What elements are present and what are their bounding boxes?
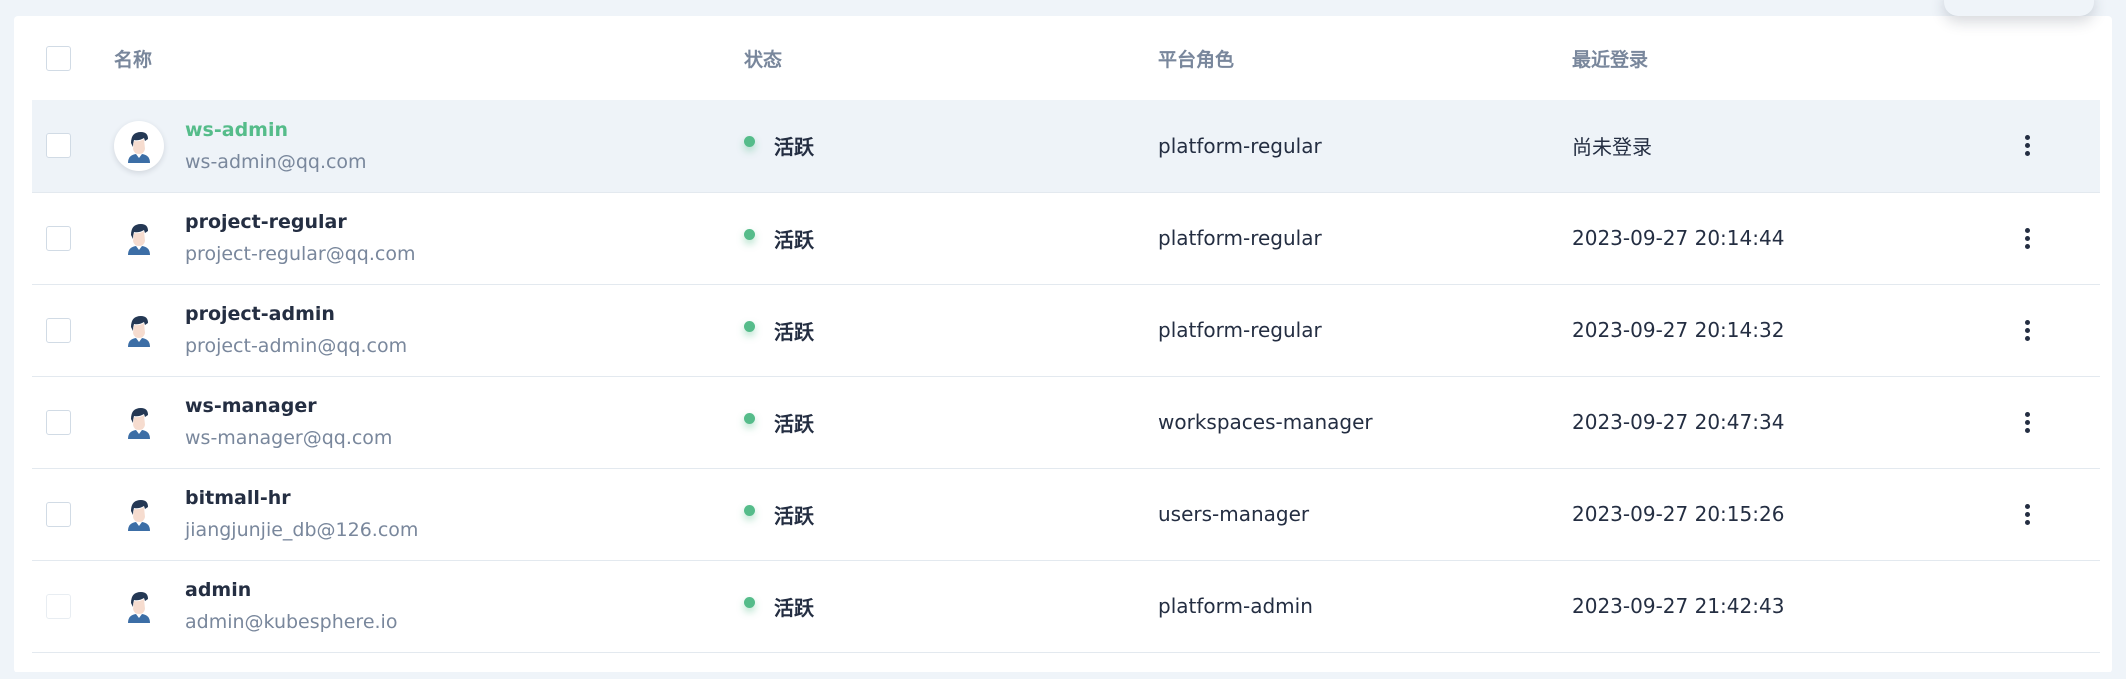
user-name-link[interactable]: ws-admin [185,117,367,143]
status-text: 活跃 [774,227,814,252]
last-login: 2023-09-27 20:15:26 [1572,502,1785,526]
status-dot-icon [744,504,755,516]
status-badge: 活跃 [744,408,1158,437]
last-login: 尚未登录 [1572,135,1652,160]
toolbar-button-shadow [1944,0,2094,16]
user-name-link[interactable]: project-regular [185,209,415,235]
more-vertical-icon[interactable] [2022,319,2032,341]
row-checkbox[interactable] [46,133,71,159]
table-row[interactable]: project-regular project-regular@qq.com 活… [32,192,2100,284]
status-badge: 活跃 [744,316,1158,345]
platform-role: platform-regular [1158,318,1322,342]
status-text: 活跃 [774,135,814,160]
last-login: 2023-09-27 20:47:34 [1572,410,1785,434]
user-email: ws-admin@qq.com [185,150,367,173]
last-login: 2023-09-27 20:14:44 [1572,226,1785,250]
page-bottom-edge [14,672,2112,679]
user-email: project-regular@qq.com [185,243,416,265]
column-header-status[interactable]: 状态 [744,16,1158,100]
status-dot-icon [744,320,755,332]
status-dot-icon [744,228,755,240]
users-table: 名称 状态 平台角色 最近登录 ws-admin ws-admin@qq.com… [32,16,2100,653]
status-text: 活跃 [774,411,814,436]
user-avatar-icon [114,213,164,263]
status-dot-icon [744,596,755,608]
column-header-last-login[interactable]: 最近登录 [1572,16,2012,100]
status-dot-icon [744,412,755,424]
more-vertical-icon[interactable] [2022,227,2032,249]
user-avatar-icon [114,489,164,539]
user-avatar-icon [114,397,164,447]
row-checkbox[interactable] [46,317,71,343]
table-header: 名称 状态 平台角色 最近登录 [32,16,2100,100]
status-text: 活跃 [774,319,814,344]
row-checkbox[interactable] [46,225,71,251]
status-badge: 活跃 [744,224,1158,253]
user-name-link[interactable]: ws-manager [185,393,392,419]
user-name-link[interactable]: project-admin [185,301,407,327]
more-vertical-icon[interactable] [2022,411,2032,433]
table-row[interactable]: admin admin@kubesphere.io 活跃 platform-ad… [32,560,2100,652]
status-text: 活跃 [774,503,814,528]
table-row[interactable]: bitmall-hr jiangjunjie_db@126.com 活跃 use… [32,468,2100,560]
user-avatar-icon [114,581,164,631]
platform-role: workspaces-manager [1158,410,1373,434]
column-header-name[interactable]: 名称 [114,16,744,100]
last-login: 2023-09-27 21:42:43 [1572,594,1785,618]
select-all-checkbox[interactable] [46,45,71,71]
row-checkbox [46,593,71,619]
user-name-link[interactable]: admin [185,577,397,603]
user-email: ws-manager@qq.com [185,427,393,449]
user-avatar-icon [114,305,164,355]
user-email: jiangjunjie_db@126.com [185,519,419,541]
table-row[interactable]: ws-admin ws-admin@qq.com 活跃 platform-reg… [32,100,2100,192]
status-dot-icon [744,136,755,148]
status-badge: 活跃 [744,500,1158,529]
user-avatar-icon [114,120,164,171]
row-checkbox[interactable] [46,501,71,527]
status-text: 活跃 [774,595,814,620]
more-vertical-icon[interactable] [2022,135,2032,157]
table-row[interactable]: ws-manager ws-manager@qq.com 活跃 workspac… [32,376,2100,468]
platform-role: platform-regular [1158,226,1322,250]
platform-role: users-manager [1158,502,1310,526]
user-name-link[interactable]: bitmall-hr [185,485,418,511]
status-badge: 活跃 [744,131,1158,160]
more-vertical-icon[interactable] [2022,503,2032,525]
last-login: 2023-09-27 20:14:32 [1572,318,1785,342]
column-header-role[interactable]: 平台角色 [1158,16,1572,100]
user-email: admin@kubesphere.io [185,611,398,633]
platform-role: platform-regular [1158,133,1322,158]
users-table-card: 名称 状态 平台角色 最近登录 ws-admin ws-admin@qq.com… [14,16,2112,673]
status-badge: 活跃 [744,592,1158,621]
table-row[interactable]: project-admin project-admin@qq.com 活跃 pl… [32,284,2100,376]
platform-role: platform-admin [1158,594,1313,618]
user-email: project-admin@qq.com [185,335,408,357]
row-checkbox[interactable] [46,409,71,435]
